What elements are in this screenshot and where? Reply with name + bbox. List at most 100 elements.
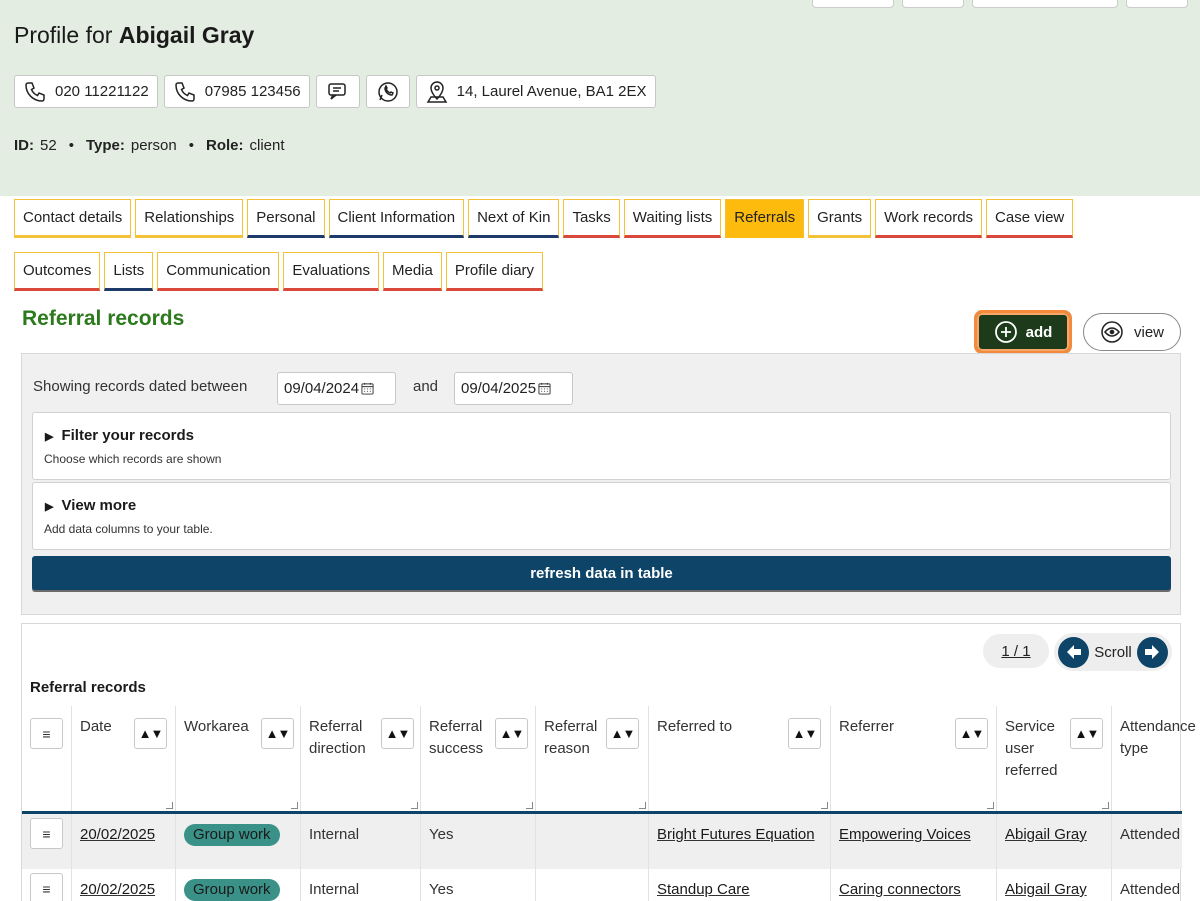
column-resize-handle[interactable]	[166, 802, 173, 809]
arrow-right-icon	[1145, 645, 1160, 659]
column-header-service-user-referred: Service user referred ▲▼	[997, 706, 1112, 811]
toolbar-stub[interactable]	[812, 0, 894, 8]
toolbar-stub[interactable]	[972, 0, 1118, 8]
id-label: ID:	[14, 137, 34, 154]
table-caption: Referral records	[30, 679, 146, 696]
date-link[interactable]: 20/02/2025	[80, 881, 155, 898]
tab-media[interactable]: Media	[382, 252, 442, 291]
tab-communication[interactable]: Communication	[157, 252, 280, 291]
date-from-input[interactable]: 09/04/2024	[277, 372, 396, 405]
column-resize-handle[interactable]	[987, 802, 994, 809]
tab-case-view[interactable]: Case view	[986, 199, 1074, 238]
and-label: and	[413, 378, 439, 395]
toolbar-stub[interactable]	[902, 0, 964, 8]
scroll-right-button[interactable]	[1136, 636, 1168, 668]
cell-date: 20/02/2025	[72, 814, 176, 869]
direction-value: Internal	[309, 881, 360, 898]
sms-chip[interactable]	[315, 75, 360, 108]
column-resize-handle[interactable]	[639, 802, 646, 809]
calendar-icon[interactable]	[361, 382, 374, 395]
column-header-referral-reason: Referral reason ▲▼	[536, 706, 649, 811]
filter-panel: Showing records dated between 09/04/2024…	[21, 353, 1181, 615]
tab-work-records[interactable]: Work records	[875, 199, 983, 238]
column-header-referral-success: Referral success ▲▼	[421, 706, 536, 811]
page-indicator[interactable]: 1 / 1	[983, 634, 1049, 668]
column-resize-handle[interactable]	[526, 802, 533, 809]
refresh-button[interactable]: refresh data in table	[32, 556, 1171, 590]
top-toolbar-stubs	[812, 0, 1188, 8]
cell-success: Yes	[421, 869, 536, 901]
map-pin-icon	[426, 80, 447, 103]
row-menu-button[interactable]: ≡	[30, 818, 63, 849]
plus-circle-icon	[994, 321, 1017, 343]
view-button[interactable]: view	[1083, 313, 1181, 351]
tab-tasks[interactable]: Tasks	[563, 199, 620, 238]
date-to-input[interactable]: 09/04/2025	[454, 372, 573, 405]
table-panel: 1 / 1 Scroll Referral records ≡ Date ▲▼ Wor…	[21, 623, 1196, 901]
phone-chip-2[interactable]: 07985 123456	[163, 75, 310, 108]
tab-waiting-lists[interactable]: Waiting lists	[623, 199, 722, 238]
attendance-value: Attended	[1120, 826, 1181, 843]
scroll-left-button[interactable]	[1058, 636, 1089, 668]
add-label: add	[1025, 323, 1053, 341]
tab-client-information[interactable]: Client Information	[328, 199, 465, 238]
filter-records-accordion[interactable]: ▶ Filter your records Choose which record…	[32, 412, 1171, 480]
address-chip[interactable]: 14, Laurel Avenue, BA1 2EX	[415, 75, 656, 108]
column-resize-handle[interactable]	[291, 802, 298, 809]
referred-to-link[interactable]: Bright Futures Equation	[657, 826, 815, 843]
sort-toggle-icon[interactable]: ▲▼	[955, 718, 988, 749]
add-button[interactable]: add	[974, 310, 1072, 354]
column-resize-handle[interactable]	[411, 802, 418, 809]
cell-referrer: Caring connectors	[831, 869, 997, 901]
sort-toggle-icon[interactable]: ▲▼	[381, 718, 414, 749]
tab-evaluations[interactable]: Evaluations	[283, 252, 379, 291]
column-header-referred-to: Referred to ▲▼	[649, 706, 831, 811]
column-header-label: Referral reason	[544, 718, 598, 757]
cell-referred-to: Standup Care	[649, 869, 831, 901]
service-user-link[interactable]: Abigail Gray	[1005, 881, 1087, 898]
sort-toggle-icon[interactable]: ▲▼	[1070, 718, 1103, 749]
row-menu-button[interactable]: ≡	[30, 873, 63, 901]
tab-outcomes[interactable]: Outcomes	[14, 252, 101, 291]
tab-referrals[interactable]: Referrals	[725, 199, 805, 238]
sort-toggle-icon[interactable]: ▲▼	[261, 718, 294, 749]
tab-profile-diary[interactable]: Profile diary	[445, 252, 544, 291]
service-user-link[interactable]: Abigail Gray	[1005, 826, 1087, 843]
cell-referred-to: Bright Futures Equation	[649, 814, 831, 869]
viewmore-title: View more	[61, 497, 137, 514]
view-label: view	[1133, 323, 1164, 341]
tab-personal[interactable]: Personal	[247, 199, 325, 238]
whatsapp-chip[interactable]	[365, 75, 410, 108]
tab-next-of-kin[interactable]: Next of Kin	[468, 199, 560, 238]
tab-grants[interactable]: Grants	[808, 199, 872, 238]
tab-contact-details[interactable]: Contact details	[14, 199, 132, 238]
date-from-value: 09/04/2024	[284, 380, 360, 397]
viewmore-subtitle: Add data columns to your table.	[44, 522, 213, 536]
accordion-header[interactable]: ▶ View more	[45, 497, 136, 514]
column-resize-handle[interactable]	[1102, 802, 1109, 809]
calendar-icon[interactable]	[538, 382, 551, 395]
date-link[interactable]: 20/02/2025	[80, 826, 155, 843]
sort-toggle-icon[interactable]: ▲▼	[788, 718, 821, 749]
column-menu-button[interactable]: ≡	[30, 718, 63, 749]
sort-toggle-icon[interactable]: ▲▼	[495, 718, 528, 749]
tab-bar-primary: Contact details Relationships Personal Clie…	[14, 199, 1074, 238]
column-resize-handle[interactable]	[821, 802, 828, 809]
column-menu-cell: ≡	[22, 706, 72, 811]
sort-toggle-icon[interactable]: ▲▼	[134, 718, 167, 749]
date-range-label: Showing records dated between	[33, 378, 248, 395]
profile-meta: ID: 52 • Type: person • Role: client	[14, 137, 285, 154]
referrer-link[interactable]: Caring connectors	[839, 881, 961, 898]
tab-lists[interactable]: Lists	[104, 252, 154, 291]
view-more-accordion[interactable]: ▶ View more Add data columns to your tabl…	[32, 482, 1171, 550]
phone-chip-1[interactable]: 020 11221122	[14, 75, 158, 108]
column-header-label: Service user referred	[1005, 718, 1058, 779]
arrow-left-icon	[1066, 645, 1081, 659]
referrer-link[interactable]: Empowering Voices	[839, 826, 971, 843]
id-value: 52	[40, 137, 57, 154]
accordion-header[interactable]: ▶ Filter your records	[45, 427, 194, 444]
toolbar-stub[interactable]	[1126, 0, 1188, 8]
sort-toggle-icon[interactable]: ▲▼	[606, 718, 639, 749]
tab-relationships[interactable]: Relationships	[135, 199, 244, 238]
referred-to-link[interactable]: Standup Care	[657, 881, 750, 898]
